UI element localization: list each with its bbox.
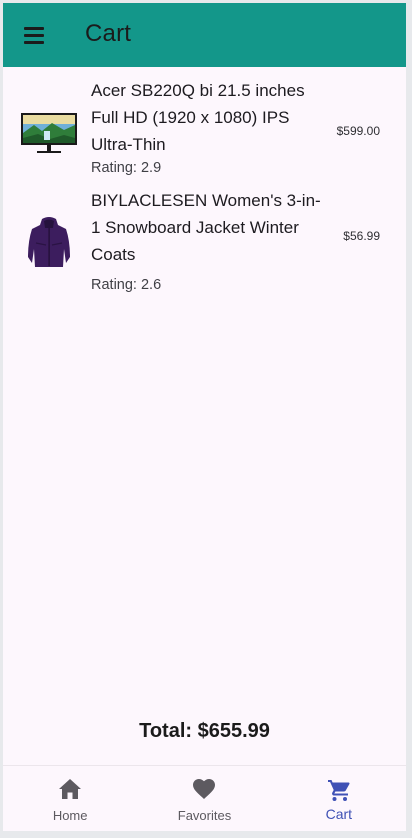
cart-item[interactable]: BIYLACLESEN Women's 3-in-1 Snowboard Jac…: [3, 187, 406, 317]
item-price: $599.00: [336, 124, 380, 138]
jacket-image: [28, 217, 70, 267]
cart-icon: [327, 780, 350, 801]
page-title: Cart: [85, 20, 132, 47]
cart-list: Acer SB220Q bi 21.5 inches Full HD (1920…: [3, 67, 406, 317]
item-rating: Rating: 2.9: [91, 160, 162, 176]
app-screen: Cart Acer SB220Q bi 21.5 inches Full HD …: [3, 3, 406, 831]
item-rating: Rating: 2.6: [91, 277, 162, 293]
nav-home-label: Home: [52, 808, 88, 823]
nav-home[interactable]: Home: [3, 766, 137, 831]
monitor-image: [21, 113, 77, 153]
nav-cart[interactable]: Cart: [272, 766, 406, 831]
heart-icon: [193, 779, 216, 799]
bottom-navigation: Home Favorites Cart: [3, 765, 406, 831]
top-app-bar: Cart: [3, 3, 406, 67]
nav-favorites[interactable]: Favorites: [137, 766, 271, 831]
nav-cart-label: Cart: [325, 806, 353, 822]
nav-favorites-label: Favorites: [177, 808, 232, 823]
home-icon: [59, 779, 82, 799]
item-price: $56.99: [343, 229, 380, 243]
item-name: Acer SB220Q bi 21.5 inches Full HD (1920…: [91, 81, 305, 154]
item-name: BIYLACLESEN Women's 3-in-1 Snowboard Jac…: [91, 191, 321, 264]
cart-item[interactable]: Acer SB220Q bi 21.5 inches Full HD (1920…: [3, 67, 406, 187]
cart-total: Total: $655.99: [139, 720, 270, 742]
menu-icon[interactable]: [24, 27, 46, 44]
